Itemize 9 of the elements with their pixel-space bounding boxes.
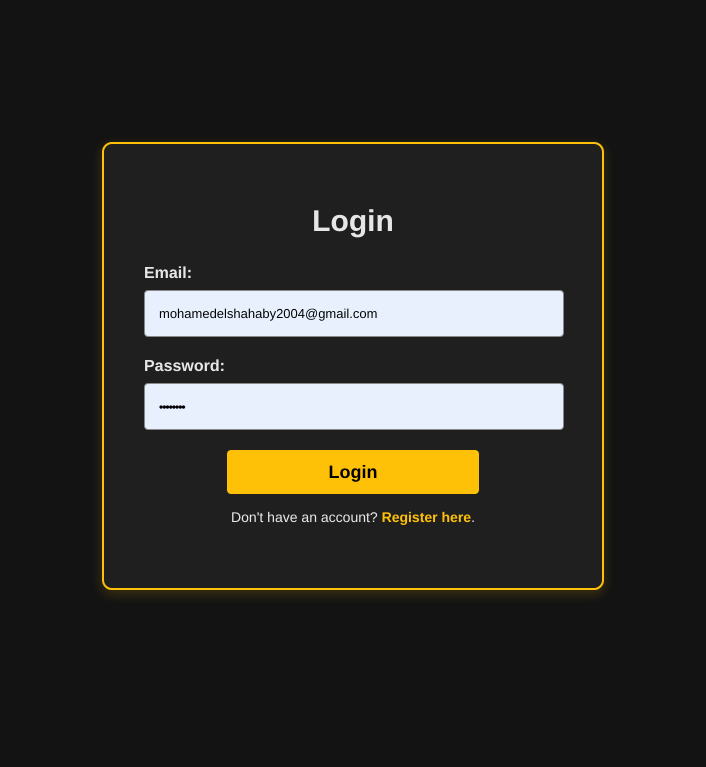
login-title: Login xyxy=(311,204,395,240)
login-button[interactable]: Login xyxy=(227,450,479,494)
register-prompt: Don't have an account? xyxy=(231,509,378,525)
email-field[interactable]: mohamedelshahaby2004@gmail.com xyxy=(144,290,564,337)
field-label: Password: xyxy=(144,357,225,377)
password-field[interactable]: •••••••• xyxy=(144,383,564,430)
period-text: . xyxy=(471,509,475,525)
register-link[interactable]: Register here xyxy=(382,509,472,525)
field-label: Email: xyxy=(144,264,192,284)
